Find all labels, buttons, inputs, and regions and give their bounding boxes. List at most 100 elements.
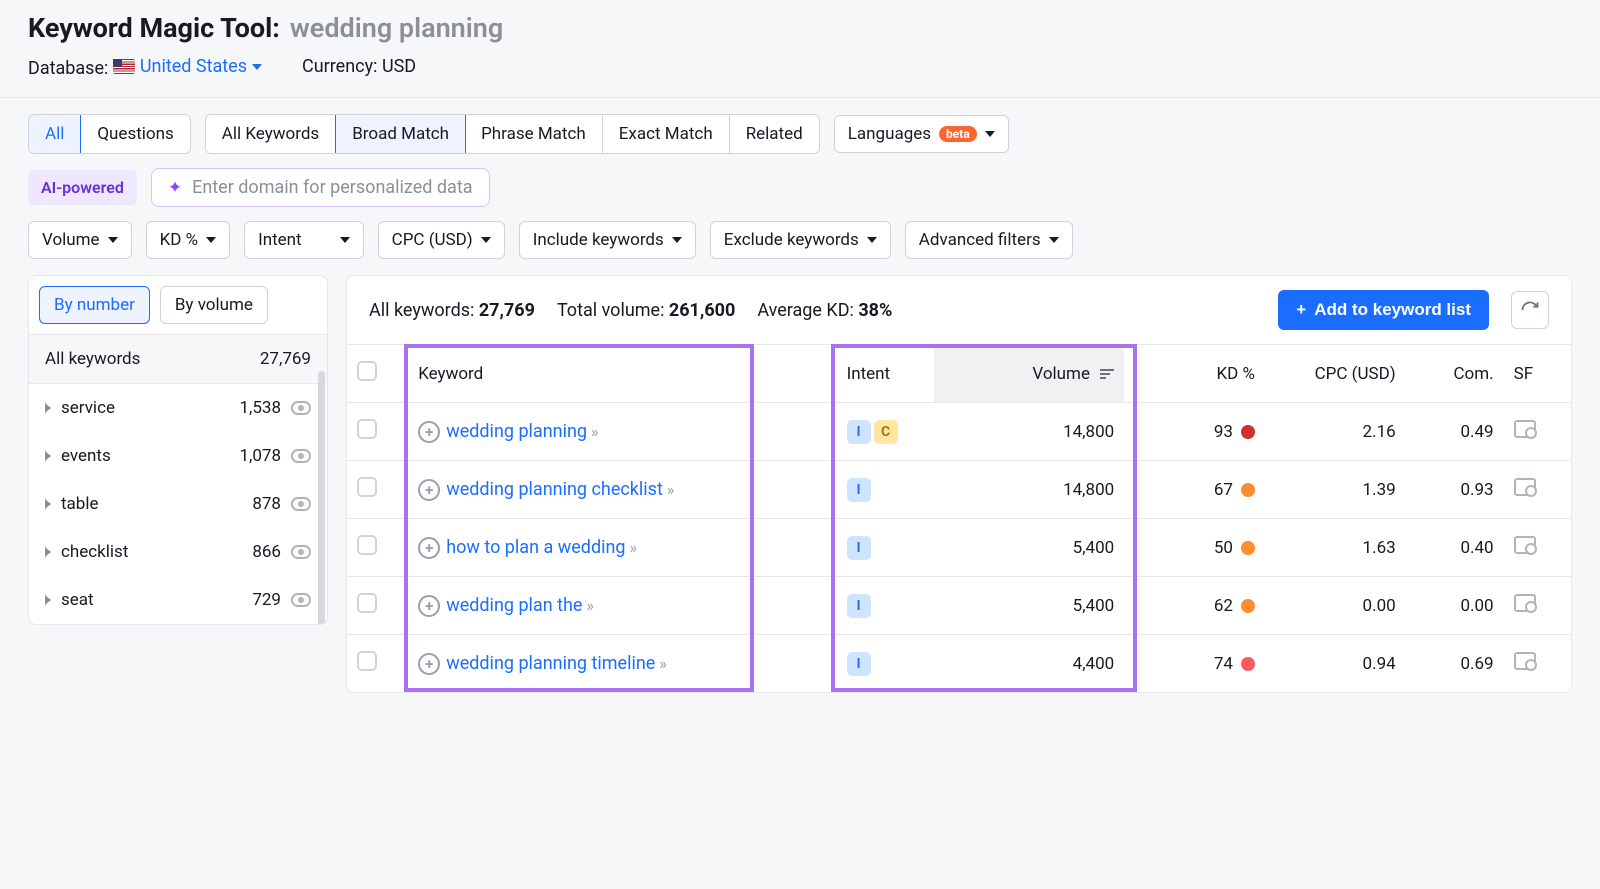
intent-badge-i: I [847,536,871,560]
sidebar-item[interactable]: seat 729 [29,576,327,624]
sidebar-item[interactable]: service 1,538 [29,384,327,432]
serp-icon[interactable] [1514,594,1536,612]
eye-icon[interactable] [291,593,311,607]
filter-include[interactable]: Include keywords [519,221,696,259]
refresh-icon [1520,300,1540,320]
sidebar-item[interactable]: table 878 [29,480,327,528]
double-chevron-icon: ›› [591,422,597,441]
eye-icon[interactable] [291,401,311,415]
row-checkbox[interactable] [357,651,377,671]
sidebar-item[interactable]: events 1,078 [29,432,327,480]
tab-broad-match[interactable]: Broad Match [335,114,466,154]
kd-difficulty-dot [1241,425,1255,439]
sidebar-item-label: seat [61,590,242,610]
expand-icon[interactable]: + [418,537,440,559]
currency-value: USD [382,56,416,77]
kd-difficulty-dot [1241,483,1255,497]
col-keyword[interactable]: Keyword [408,345,836,403]
cell-kd: 74 [1124,635,1265,693]
serp-icon[interactable] [1514,652,1536,670]
col-com[interactable]: Com. [1406,345,1504,403]
double-chevron-icon: ›› [667,480,673,499]
expand-icon[interactable]: + [418,653,440,675]
select-all-checkbox[interactable] [357,361,377,381]
chevron-down-icon [340,237,350,243]
chevron-down-icon [108,237,118,243]
double-chevron-icon: ›› [659,654,665,673]
cell-intent: I [837,635,935,693]
keyword-link[interactable]: wedding plan the [446,595,582,616]
sidebar-all-keywords[interactable]: All keywords 27,769 [29,334,327,384]
cell-volume: 5,400 [934,577,1124,635]
database-selector[interactable]: Database: United States [28,56,262,79]
domain-input[interactable]: ✦ Enter domain for personalized data [151,168,490,207]
row-checkbox[interactable] [357,477,377,497]
filter-volume[interactable]: Volume [28,221,132,259]
add-to-keyword-list-button[interactable]: + Add to keyword list [1278,290,1489,330]
cell-cpc: 2.16 [1265,403,1406,461]
filter-advanced[interactable]: Advanced filters [905,221,1073,259]
eye-icon[interactable] [291,449,311,463]
tab-phrase-match[interactable]: Phrase Match [465,115,603,153]
tab-exact-match[interactable]: Exact Match [603,115,730,153]
cell-sf [1504,519,1571,577]
sidebar-item[interactable]: checklist 866 [29,528,327,576]
tab-questions[interactable]: Questions [81,115,189,153]
keyword-link[interactable]: wedding planning timeline [446,653,655,674]
cell-sf [1504,635,1571,693]
table-row: +wedding planning checklist›› I 14,800 6… [347,461,1571,519]
col-volume[interactable]: Volume [934,345,1124,403]
row-checkbox[interactable] [357,535,377,555]
refresh-button[interactable] [1511,291,1549,329]
tab-all-keywords[interactable]: All Keywords [206,115,336,153]
chevron-down-icon [867,237,877,243]
sidebar-tab-by-number[interactable]: By number [39,286,150,324]
cell-cpc: 0.94 [1265,635,1406,693]
row-checkbox[interactable] [357,593,377,613]
ai-powered-chip: AI-powered [28,170,137,205]
tab-related[interactable]: Related [730,115,819,153]
languages-label: Languages [848,124,931,144]
cell-sf [1504,461,1571,519]
chevron-down-icon [481,237,491,243]
cell-kd: 62 [1124,577,1265,635]
serp-icon[interactable] [1514,478,1536,496]
chevron-right-icon [45,403,51,413]
serp-icon[interactable] [1514,420,1536,438]
expand-icon[interactable]: + [418,479,440,501]
col-intent[interactable]: Intent [837,345,935,403]
tab-all[interactable]: All [28,114,81,154]
eye-icon[interactable] [291,545,311,559]
sidebar-tab-by-volume[interactable]: By volume [160,286,268,324]
cell-intent: I [837,461,935,519]
currency-display: Currency: USD [302,56,416,79]
filter-kd[interactable]: KD % [146,221,231,259]
expand-icon[interactable]: + [418,421,440,443]
keyword-link[interactable]: wedding planning [446,421,587,442]
row-checkbox[interactable] [357,419,377,439]
serp-icon[interactable] [1514,536,1536,554]
col-kd[interactable]: KD % [1124,345,1265,403]
expand-icon[interactable]: + [418,595,440,617]
search-query: wedding planning [290,12,503,44]
intent-badge-i: I [847,594,871,618]
cell-com: 0.69 [1406,635,1504,693]
plus-icon: + [1296,300,1306,320]
domain-placeholder: Enter domain for personalized data [192,177,472,198]
col-sf[interactable]: SF [1504,345,1571,403]
filter-intent[interactable]: Intent [244,221,364,259]
cell-volume: 14,800 [934,403,1124,461]
chevron-down-icon [1049,237,1059,243]
scrollbar[interactable] [318,371,325,625]
cell-volume: 4,400 [934,635,1124,693]
keyword-link[interactable]: wedding planning checklist [446,479,663,500]
col-cpc[interactable]: CPC (USD) [1265,345,1406,403]
chevron-down-icon [206,237,216,243]
filter-cpc[interactable]: CPC (USD) [378,221,505,259]
keyword-link[interactable]: how to plan a wedding [446,537,625,558]
sidebar: By number By volume All keywords 27,769 … [28,275,328,625]
sidebar-item-label: checklist [61,542,242,562]
eye-icon[interactable] [291,497,311,511]
languages-filter[interactable]: Languages beta [834,115,1009,153]
filter-exclude[interactable]: Exclude keywords [710,221,891,259]
